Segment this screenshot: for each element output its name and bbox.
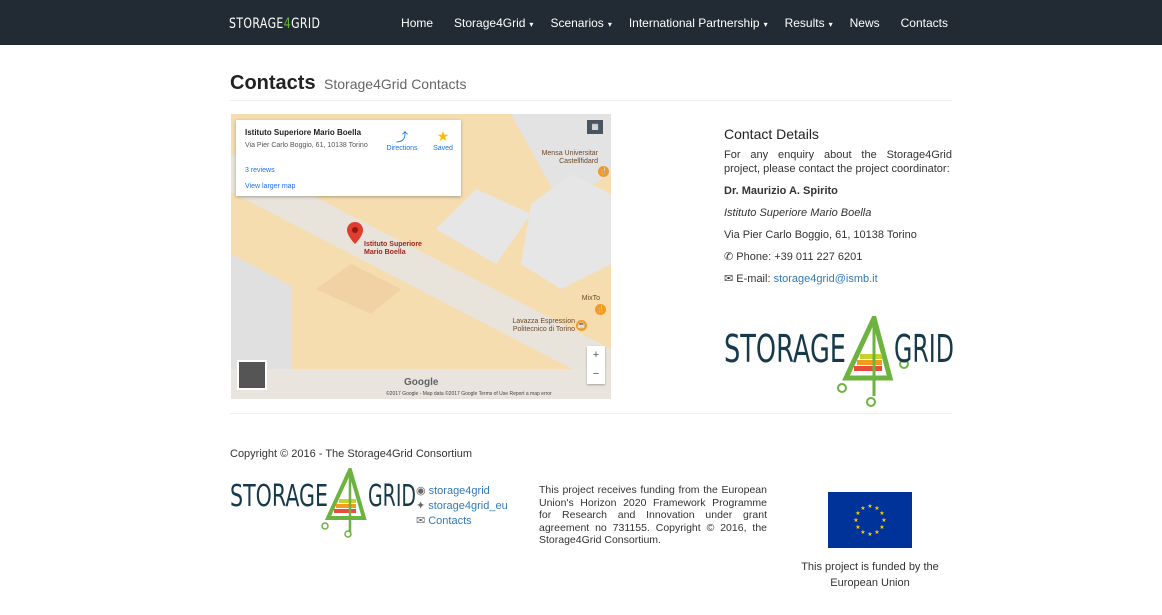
footer-copyright: Copyright © 2016 - The Storage4Grid Cons… <box>230 448 473 460</box>
caret-icon: ▾ <box>763 19 768 29</box>
storage4grid-logo: STORAGE GRID <box>724 316 954 407</box>
star-icon: ★ <box>436 128 450 144</box>
map-place-card: Istituto Superiore Mario Boella Via Pier… <box>236 120 461 196</box>
nav-home[interactable]: Home <box>401 16 437 30</box>
page-subtitle: Storage4Grid Contacts <box>324 76 467 92</box>
coordinator-name: Dr. Maurizio A. Spirito <box>724 185 838 197</box>
twitter-icon: ✦ <box>416 500 426 512</box>
storage4grid-footer-logo: STORAGE GRID <box>230 468 416 538</box>
svg-text:★: ★ <box>874 529 879 536</box>
zoom-out-button[interactable]: − <box>587 365 605 384</box>
map-pin-icon[interactable] <box>347 222 363 248</box>
nav-results[interactable]: Results ▾ <box>785 16 833 30</box>
footer-links: ◉ storage4grid ✦ storage4grid_eu ✉ Contacts <box>416 484 508 529</box>
navbar: STORAGE4GRID Home Storage4Grid ▾ Scenario… <box>0 0 1162 45</box>
phone-icon: ✆ <box>724 251 737 263</box>
poi-mixto-label: MixTo <box>581 295 600 302</box>
poi-lavazza-label: Lavazza Espression Politecnico di Torino <box>512 318 575 333</box>
contact-intro: For any enquiry about the Storage4Grid p… <box>724 149 952 175</box>
phone-line: ✆ Phone: +39 011 227 6201 <box>724 251 863 263</box>
svg-text:★: ★ <box>879 524 884 531</box>
place-name: Istituto Superiore Mario Boella <box>245 128 362 137</box>
svg-text:★: ★ <box>881 517 886 524</box>
coordinator-address: Via Pier Carlo Boggio, 61, 10138 Torino <box>724 229 917 241</box>
poi-mensa-label: Mensa Universitar Castellfidard <box>541 150 598 165</box>
nav-scenarios[interactable]: Scenarios ▾ <box>550 16 611 30</box>
saved-button[interactable]: ★ Saved <box>428 128 458 152</box>
nav-news[interactable]: News <box>850 16 884 30</box>
eu-funding-caption: This project is funded by the European U… <box>801 561 939 589</box>
svg-text:GRID: GRID <box>368 479 416 514</box>
envelope-icon: ✉ <box>416 515 426 527</box>
restaurant-icon[interactable]: 🍴 <box>595 304 606 315</box>
svg-text:★: ★ <box>867 503 872 510</box>
view-larger-map-link[interactable]: View larger map <box>245 183 295 190</box>
contact-heading: Contact Details <box>724 126 819 142</box>
map-attribution[interactable]: ©2017 Google - Map data ©2017 Google Ter… <box>386 391 552 397</box>
svg-text:STORAGE: STORAGE <box>230 479 328 514</box>
funding-statement: This project receives funding from the E… <box>539 484 767 546</box>
brand-logo[interactable]: STORAGE4GRID <box>229 16 320 32</box>
github-icon: ◉ <box>416 485 426 497</box>
svg-text:★: ★ <box>879 510 884 517</box>
page-title: Contacts <box>230 72 316 94</box>
directions-button[interactable]: ⤴ Directions <box>382 128 422 152</box>
nav-international-partnership[interactable]: International Partnership ▾ <box>629 16 768 30</box>
coordinator-institute: Istituto Superiore Mario Boella <box>724 207 872 219</box>
place-address: Via Pier Carlo Boggio, 61, 10138 Torino <box>245 142 368 149</box>
restaurant-icon[interactable]: 🍴 <box>598 166 609 177</box>
satellite-icon[interactable]: ▦ <box>587 120 603 134</box>
street-view-thumbnail[interactable] <box>237 360 267 390</box>
page-header: Contacts Storage4Grid Contacts <box>230 72 952 101</box>
svg-text:GRID: GRID <box>894 327 954 371</box>
svg-text:★: ★ <box>867 531 872 538</box>
envelope-icon: ✉ <box>724 273 737 285</box>
eu-flag-icon: ★ ★★ ★★★ ★★★ ★★★ <box>828 492 912 548</box>
google-logo: Google <box>404 377 439 388</box>
reviews-link[interactable]: 3 reviews <box>245 167 275 174</box>
svg-text:STORAGE: STORAGE <box>724 327 846 371</box>
nav-contacts[interactable]: Contacts <box>901 16 952 30</box>
section-divider <box>230 413 952 414</box>
email-link[interactable]: storage4grid@ismb.it <box>774 273 878 285</box>
caret-icon: ▾ <box>607 19 612 29</box>
github-link[interactable]: ◉ storage4grid <box>416 484 508 499</box>
svg-text:★: ★ <box>853 517 858 524</box>
zoom-in-button[interactable]: + <box>587 346 605 365</box>
caret-icon: ▾ <box>529 19 534 29</box>
email-line: ✉ E-mail: storage4grid@ismb.it <box>724 273 878 285</box>
caret-icon: ▾ <box>828 19 833 29</box>
nav-storage4grid[interactable]: Storage4Grid ▾ <box>454 16 533 30</box>
svg-text:★: ★ <box>855 524 860 531</box>
directions-icon: ⤴ <box>395 130 408 144</box>
zoom-control: + − <box>587 346 605 384</box>
contacts-link[interactable]: ✉ Contacts <box>416 514 508 529</box>
svg-text:★: ★ <box>860 505 865 512</box>
svg-text:★: ★ <box>860 529 865 536</box>
cafe-icon[interactable]: ☕ <box>576 320 587 331</box>
main-nav: Home Storage4Grid ▾ Scenarios ▾ Internatio… <box>384 0 952 45</box>
map-pin-label: Istituto Superiore Mario Boella <box>364 241 422 256</box>
contact-details: Contact Details For any enquiry about th… <box>724 126 952 286</box>
twitter-link[interactable]: ✦ storage4grid_eu <box>416 499 508 514</box>
